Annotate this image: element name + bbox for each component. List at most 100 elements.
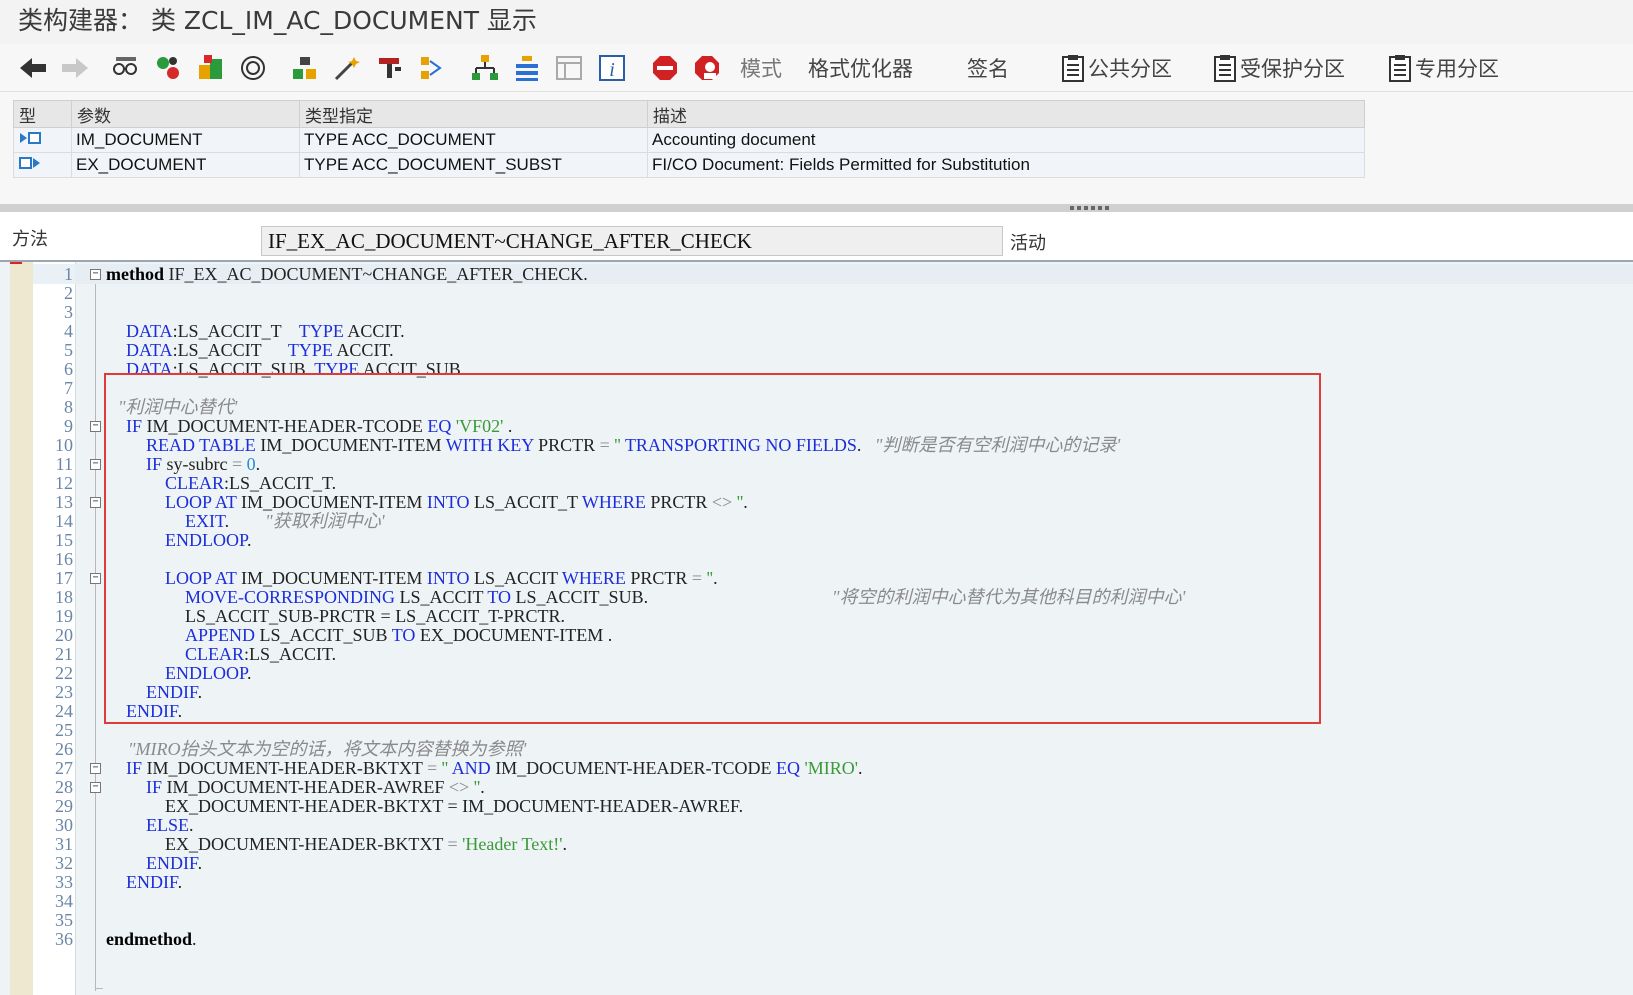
code-line[interactable]: IF IM_DOCUMENT-HEADER-BKTXT = '' AND IM_… [126,758,863,778]
grid-icon [554,53,584,83]
param-description[interactable]: FI/CO Document: Fields Permitted for Sub… [647,152,1365,178]
param-type[interactable]: TYPE ACC_DOCUMENT_SUBST [299,152,648,178]
splitter[interactable] [0,204,1633,212]
highlight-box [104,373,1321,724]
code-line[interactable]: EX_DOCUMENT-HEADER-BKTXT = IM_DOCUMENT-H… [165,796,743,816]
enhance-button[interactable] [418,51,448,85]
splitter-grip-icon[interactable] [1070,206,1112,210]
where-used-button[interactable] [290,51,320,85]
method-bar: 方法 IF_EX_AC_DOCUMENT~CHANGE_AFTER_CHECK … [0,212,1633,258]
check-blocks-icon [196,53,226,83]
signature-label: 签名 [967,57,1009,81]
line-number: 2 [64,283,73,303]
line-number: 34 [55,891,73,911]
line-number: 24 [55,701,73,721]
back-button[interactable] [18,51,48,85]
fold-toggle-icon[interactable]: − [90,269,101,280]
kw-else: ELSE [146,815,189,835]
code-line[interactable]: EX_DOCUMENT-HEADER-BKTXT = 'Header Text!… [165,834,567,854]
kw-if: IF [126,758,143,778]
external-breakpoint-button[interactable] [692,51,722,85]
operand: IM_DOCUMENT-HEADER-TCODE [490,758,777,778]
signature-button[interactable]: 签名 [967,51,1009,85]
col-header-description[interactable]: 描述 [647,100,1365,128]
fold-toggle-icon[interactable]: − [90,421,101,432]
type-name: ACCIT. [343,321,405,341]
display-change-button[interactable] [110,51,140,85]
activate-button[interactable] [238,51,268,85]
check-button[interactable] [196,51,226,85]
protected-section-label: 受保护分区 [1240,57,1345,81]
kw-endmethod: endmethod [106,929,193,949]
fold-toggle-icon[interactable]: − [90,459,101,470]
col-header-parameter[interactable]: 参数 [71,100,300,128]
forward-button[interactable] [60,51,90,85]
param-name[interactable]: IM_DOCUMENT [71,127,300,153]
comment-line[interactable]: "MIRO抬头文本为空的话，将文本内容替换为参照' [128,739,526,759]
table-row[interactable]: EX_DOCUMENT TYPE ACC_DOCUMENT_SUBST FI/C… [13,152,1365,178]
arrow-right-icon [60,53,90,83]
param-type[interactable]: TYPE ACC_DOCUMENT [299,127,648,153]
method-name-field[interactable]: IF_EX_AC_DOCUMENT~CHANGE_AFTER_CHECK [261,226,1003,256]
fold-guide-end [95,988,103,989]
line-number: 18 [55,587,73,607]
fold-toggle-icon[interactable]: − [90,497,101,508]
col-header-kind[interactable]: 型 [13,100,72,128]
protected-section-button[interactable]: 受保护分区 [1210,51,1345,85]
pin-tools-icon [375,53,405,83]
importing-param-icon [18,131,44,150]
object-list-button[interactable] [332,51,362,85]
line-number: 33 [55,872,73,892]
table-row[interactable]: IM_DOCUMENT TYPE ACC_DOCUMENT Accounting… [13,127,1365,153]
exporting-param-icon [18,156,44,175]
code-line[interactable]: DATA:LS_ACCIT_T TYPE ACCIT. [126,321,405,341]
hierarchy-display-button[interactable] [470,51,500,85]
line-number: 16 [55,549,73,569]
code-line[interactable]: ELSE. [146,815,194,835]
marker-column [10,262,33,995]
code-line[interactable]: method IF_EX_AC_DOCUMENT~CHANGE_AFTER_CH… [106,264,588,284]
fold-toggle-icon[interactable]: − [90,782,101,793]
line-number: 36 [55,929,73,949]
fold-guide [95,284,96,991]
line-number: 20 [55,625,73,645]
line-number: 28 [55,777,73,797]
stacked-lines-icon [512,53,542,83]
set-breakpoint-button[interactable] [650,51,680,85]
private-section-button[interactable]: 专用分区 [1385,51,1499,85]
mode-button[interactable]: 模式 [740,51,782,85]
clipboard-icon [1058,53,1088,83]
layout-button[interactable] [554,51,584,85]
line-number: 3 [64,302,73,322]
status-label: 活动 [1010,233,1046,254]
parameter-panel: 型 参数 类型指定 描述 IM_DOCUMENT TYPE ACC_DOCUME… [0,92,1633,204]
info-button[interactable]: i [597,51,627,85]
line-number: 30 [55,815,73,835]
param-name[interactable]: EX_DOCUMENT [71,152,300,178]
importing-cell[interactable] [13,127,72,153]
col-header-typing[interactable]: 类型指定 [299,100,648,128]
fold-toggle-icon[interactable]: − [90,573,101,584]
active-inactive-button[interactable] [153,51,183,85]
toggle-objects-icon [153,53,183,83]
method-signature: IF_EX_AC_DOCUMENT~CHANGE_AFTER_CHECK. [164,264,588,284]
fold-toggle-icon[interactable]: − [90,763,101,774]
line-number: 8 [64,397,73,417]
code-line[interactable]: endmethod. [106,929,197,949]
exporting-cell[interactable] [13,152,72,178]
param-description[interactable]: Accounting document [647,127,1365,153]
code-line[interactable]: IF IM_DOCUMENT-HEADER-AWREF <> ''. [146,777,485,797]
public-section-button[interactable]: 公共分区 [1058,51,1172,85]
code-editor[interactable]: 1 2 3 4 5 6 7 8 9 10 11 12 13 14 15 16 1… [0,260,1633,995]
operator: <> [448,777,470,797]
outline-button[interactable] [512,51,542,85]
line-number: 31 [55,834,73,854]
info-icon: i [597,53,627,83]
code-line[interactable]: DATA:LS_ACCIT TYPE ACCIT. [126,340,394,360]
code-line[interactable]: ENDIF. [146,853,202,873]
string-literal: 'MIRO' [804,758,859,778]
navigation-window-button[interactable] [375,51,405,85]
pretty-printer-button[interactable]: 格式优化器 [808,51,913,85]
code-line[interactable]: ENDIF. [126,872,182,892]
kw-if: IF [146,777,163,797]
